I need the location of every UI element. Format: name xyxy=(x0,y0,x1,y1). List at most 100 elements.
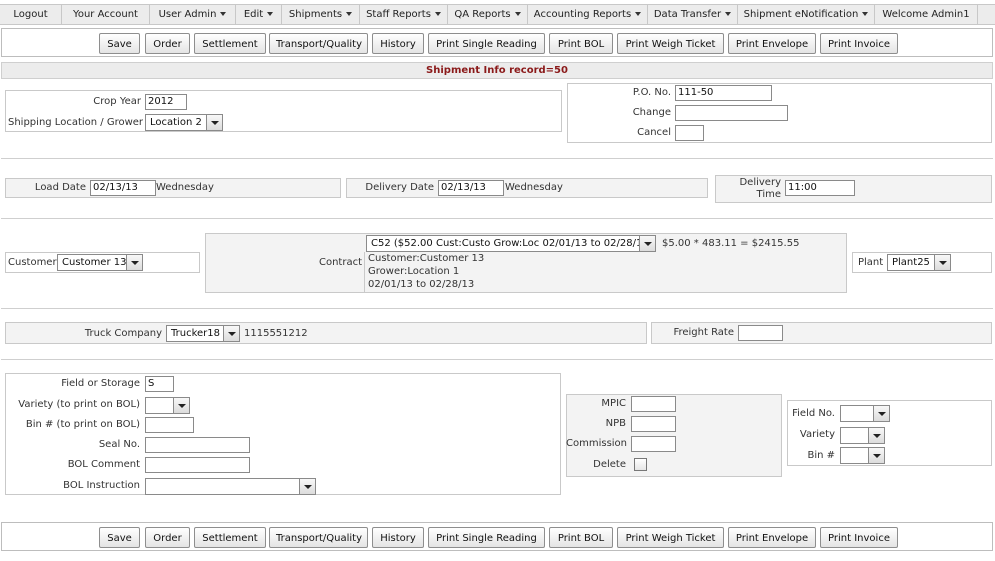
change-input[interactable] xyxy=(675,105,788,121)
bol-comment-input[interactable] xyxy=(145,457,250,473)
dropdown-arrow-icon xyxy=(206,115,222,130)
change-label: Change xyxy=(632,107,671,118)
bin-bol-input[interactable] xyxy=(145,417,194,433)
order-button[interactable]: Order xyxy=(145,33,190,54)
nav-qa-reports-label: QA Reports xyxy=(454,9,511,20)
divider xyxy=(1,218,993,219)
freight-rate-input[interactable] xyxy=(738,325,783,341)
bin-bol-label: Bin # (to print on BOL) xyxy=(25,419,140,430)
customer-value: Customer 13 xyxy=(62,257,127,268)
customer-label: Customer xyxy=(8,257,57,268)
contract-calc-text: $5.00 * 483.11 = $2415.55 xyxy=(662,238,800,249)
field-no-select[interactable] xyxy=(840,405,890,422)
nav-accounting-reports[interactable]: Accounting Reports xyxy=(528,5,648,24)
dropdown-arrow-icon xyxy=(873,406,889,421)
dropdown-arrow-icon xyxy=(173,398,189,413)
delete-label: Delete xyxy=(593,459,626,470)
delivery-day-text: Wednesday xyxy=(505,182,563,193)
crop-year-input[interactable]: 2012 xyxy=(145,94,187,110)
nav-user-admin[interactable]: User Admin xyxy=(150,5,236,24)
transport-quality-button[interactable]: Transport/Quality xyxy=(269,33,368,54)
seal-input[interactable] xyxy=(145,437,250,453)
npb-input[interactable] xyxy=(631,416,676,432)
nav-shipment-enotification-label: Shipment eNotification xyxy=(743,9,859,20)
cancel-input[interactable] xyxy=(675,125,704,141)
dropdown-arrow-icon xyxy=(934,255,950,270)
variety-select[interactable] xyxy=(840,427,885,444)
print-invoice-button[interactable]: Print Invoice xyxy=(820,527,898,548)
settlement-button[interactable]: Settlement xyxy=(194,527,266,548)
divider xyxy=(1,308,993,309)
variety-bol-select[interactable] xyxy=(145,397,190,414)
delete-checkbox[interactable] xyxy=(634,458,647,471)
field-panel xyxy=(5,373,561,495)
print-bol-button[interactable]: Print BOL xyxy=(549,527,613,548)
print-single-reading-button[interactable]: Print Single Reading xyxy=(428,33,545,54)
print-envelope-button[interactable]: Print Envelope xyxy=(728,527,816,548)
save-button[interactable]: Save xyxy=(99,527,140,548)
po-number-label: P.O. No. xyxy=(632,87,671,98)
nav-your-account[interactable]: Your Account xyxy=(62,5,150,24)
load-day-text: Wednesday xyxy=(156,182,214,193)
commission-input[interactable] xyxy=(631,436,676,452)
print-weigh-ticket-button[interactable]: Print Weigh Ticket xyxy=(617,527,724,548)
print-envelope-button[interactable]: Print Envelope xyxy=(728,33,816,54)
nav-edit-label: Edit xyxy=(243,9,264,20)
bottom-toolbar: Save Order Settlement Transport/Quality … xyxy=(1,522,993,551)
caret-down-icon xyxy=(267,12,274,16)
contract-customer-text: Customer:Customer 13 xyxy=(368,253,485,264)
bol-instruction-label: BOL Instruction xyxy=(63,480,140,491)
delivery-date-label: Delivery Date xyxy=(365,182,434,193)
nav-logout[interactable]: Logout xyxy=(0,5,62,24)
dropdown-arrow-icon xyxy=(868,428,884,443)
save-button[interactable]: Save xyxy=(99,33,140,54)
commission-label: Commission xyxy=(566,438,628,449)
caret-down-icon xyxy=(725,12,732,16)
delivery-time-label-line1: Delivery xyxy=(739,177,781,188)
truck-company-value: Trucker18 xyxy=(171,328,221,339)
delivery-date-input[interactable]: 02/13/13 xyxy=(438,180,504,196)
plant-label: Plant xyxy=(858,257,884,268)
variety-label: Variety xyxy=(799,429,835,440)
history-button[interactable]: History xyxy=(372,33,424,54)
nav-shipment-enotification[interactable]: Shipment eNotification xyxy=(738,5,875,24)
caret-down-icon xyxy=(514,12,521,16)
nav-welcome: Welcome Admin1 xyxy=(875,5,978,24)
print-single-reading-button[interactable]: Print Single Reading xyxy=(428,527,545,548)
settlement-button[interactable]: Settlement xyxy=(194,33,266,54)
bin-select[interactable] xyxy=(840,447,885,464)
bol-instruction-select[interactable] xyxy=(145,478,316,495)
nav-accounting-reports-label: Accounting Reports xyxy=(533,9,632,20)
truck-company-select[interactable]: Trucker18 xyxy=(166,325,240,342)
caret-down-icon xyxy=(220,12,227,16)
order-button[interactable]: Order xyxy=(145,527,190,548)
nav-shipments[interactable]: Shipments xyxy=(282,5,360,24)
load-date-input[interactable]: 02/13/13 xyxy=(90,180,156,196)
print-bol-button[interactable]: Print BOL xyxy=(549,33,613,54)
po-number-input[interactable]: 111-50 xyxy=(675,85,772,101)
delivery-time-label-line2: Time xyxy=(756,189,781,200)
contract-grower-text: Grower:Location 1 xyxy=(368,266,460,277)
nav-data-transfer[interactable]: Data Transfer xyxy=(648,5,738,24)
nav-user-admin-label: User Admin xyxy=(158,9,217,20)
mpic-input[interactable] xyxy=(631,396,676,412)
shipping-location-select[interactable]: Location 2 xyxy=(145,114,223,131)
print-weigh-ticket-button[interactable]: Print Weigh Ticket xyxy=(617,33,724,54)
caret-down-icon xyxy=(635,12,642,16)
nav-staff-reports[interactable]: Staff Reports xyxy=(360,5,448,24)
load-date-label: Load Date xyxy=(34,182,86,193)
customer-select[interactable]: Customer 13 xyxy=(57,254,143,271)
delivery-time-input[interactable]: 11:00 xyxy=(785,180,855,196)
print-invoice-button[interactable]: Print Invoice xyxy=(820,33,898,54)
plant-select[interactable]: Plant25 xyxy=(887,254,951,271)
nav-edit[interactable]: Edit xyxy=(236,5,282,24)
cancel-label: Cancel xyxy=(637,127,671,138)
contract-select[interactable]: C52 ($52.00 Cust:Custo Grow:Loc 02/01/13… xyxy=(366,235,656,252)
dropdown-arrow-icon xyxy=(223,326,239,341)
plant-value: Plant25 xyxy=(892,257,930,268)
nav-qa-reports[interactable]: QA Reports xyxy=(448,5,528,24)
transport-quality-button[interactable]: Transport/Quality xyxy=(269,527,368,548)
history-button[interactable]: History xyxy=(372,527,424,548)
field-storage-input[interactable]: S xyxy=(145,376,174,392)
field-no-label: Field No. xyxy=(792,408,835,419)
